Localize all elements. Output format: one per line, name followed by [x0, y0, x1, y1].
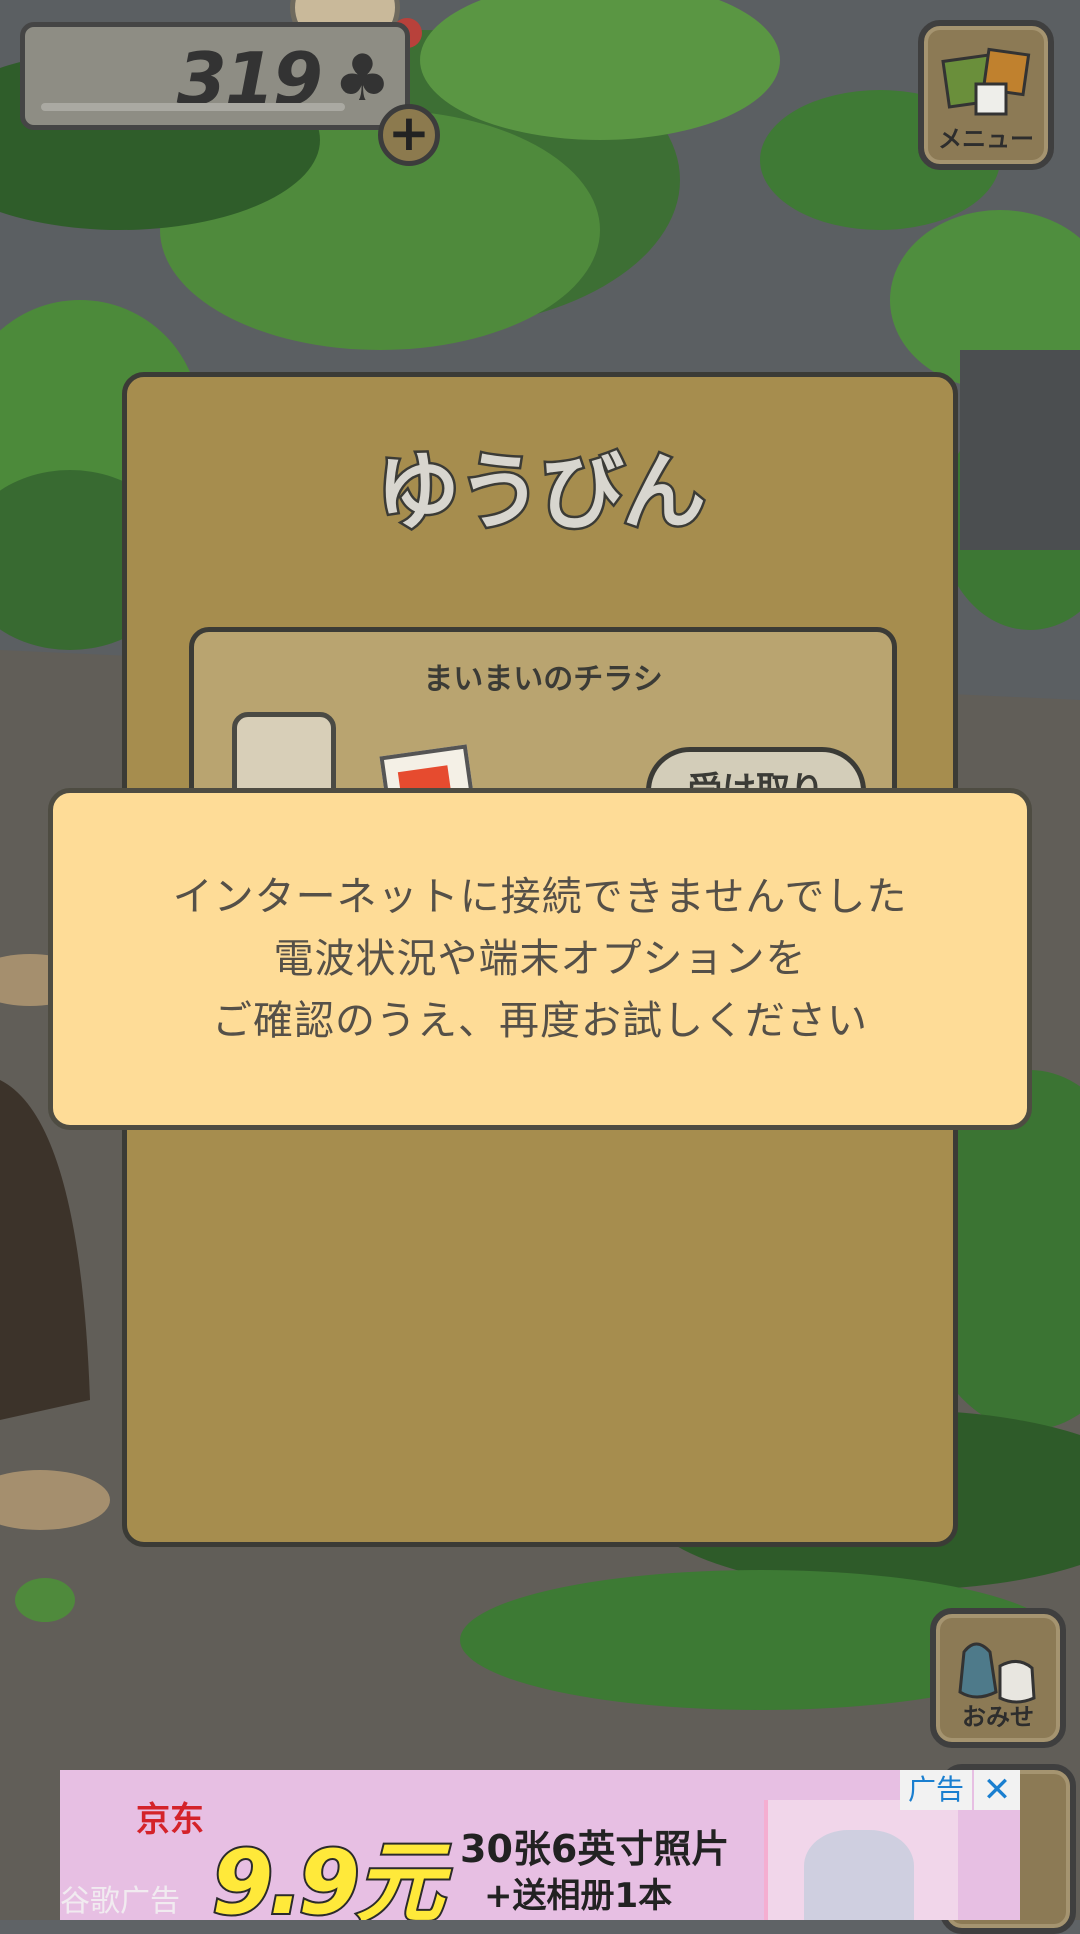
connection-error-dialog[interactable]: インターネットに接続できませんでした 電波状況や端末オプションを ご確認のうえ、…: [48, 788, 1032, 1130]
error-line: インターネットに接続できませんでした: [172, 874, 908, 920]
clover-counter: 319 ♣: [20, 22, 410, 130]
clover-icon: ♣: [333, 42, 391, 116]
ad-network-label: 谷歌广告: [60, 1884, 180, 1919]
clover-bar: [41, 103, 345, 111]
shop-button[interactable]: おみせ: [930, 1608, 1066, 1748]
ad-subline: +送相册1本: [484, 1876, 673, 1916]
error-line: ご確認のうえ、再度お試しください: [212, 998, 868, 1044]
menu-label: メニュー: [938, 125, 1034, 153]
ad-photo-image: [764, 1800, 958, 1920]
ad-brand: 京东: [136, 1800, 204, 1840]
ad-close-icon[interactable]: ✕: [974, 1770, 1020, 1810]
menu-button[interactable]: メニュー: [918, 20, 1054, 170]
ad-banner[interactable]: 京东 9.9元 30张6英寸照片 +送相册1本 广告 ✕ 谷歌广告: [60, 1770, 1020, 1920]
error-line: 電波状況や端末オプションを: [273, 936, 807, 982]
mail-title: ゆうびん: [373, 441, 708, 544]
ad-price: 9.9元: [210, 1829, 446, 1920]
add-clover-button[interactable]: +: [378, 104, 440, 166]
shop-label: おみせ: [962, 1703, 1034, 1731]
mail-item-title: まいまいのチラシ: [423, 662, 663, 697]
ad-label[interactable]: 广告: [900, 1770, 972, 1810]
ad-headline: 30张6英寸照片: [460, 1827, 730, 1871]
